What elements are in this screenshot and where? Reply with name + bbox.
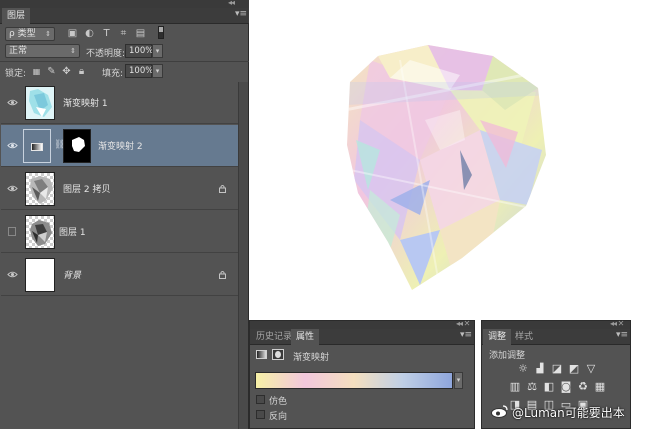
filter-toggle[interactable] [158, 26, 164, 39]
shape-filter-icon[interactable]: ⌗ [118, 28, 129, 39]
panel-collapse-bar[interactable]: ◂◂ [0, 0, 249, 8]
layers-tab-bar: 图层 ▾≡ [0, 8, 249, 24]
layer-list-scrollbar[interactable] [238, 82, 248, 429]
reverse-checkbox[interactable] [256, 410, 265, 419]
dither-label: 仿色 [269, 397, 288, 407]
mask-icon[interactable] [272, 349, 284, 360]
filter-label: ρ 类型 [9, 29, 36, 39]
collapse-icon[interactable]: ◂◂ ✕ [456, 319, 470, 328]
layers-panel: ◂◂ 图层 ▾≡ ρ 类型 ⇕ ▣ ◐ T ⌗ ▤ 正常 ⇕ 不透明度: 100… [0, 0, 249, 429]
lock-icon [219, 185, 226, 193]
black-white-icon[interactable]: ◧ [543, 381, 555, 393]
panel-collapse-bar[interactable]: ◂◂ ✕ [482, 319, 630, 329]
gradient-picker-dropdown[interactable]: ▾ [454, 372, 463, 389]
gradient-editor-bar[interactable] [255, 372, 453, 389]
layer-row-selected[interactable]: ⛓︎ 渐变映射 2 [1, 125, 238, 167]
lock-all-icon[interactable]: 🔒︎ [76, 66, 87, 77]
opacity-dropdown[interactable]: ▾ [152, 44, 163, 58]
curves-icon[interactable]: ◪ [551, 363, 563, 375]
layer-row[interactable]: 渐变映射 1 [1, 82, 238, 124]
channel-mixer-icon[interactable]: ♻︎ [577, 381, 589, 393]
panel-collapse-bar[interactable]: ◂◂ ✕ [250, 319, 474, 329]
lock-icon [219, 271, 226, 279]
adjustment-thumbnail[interactable] [23, 129, 51, 163]
layer-thumbnail[interactable] [25, 86, 55, 120]
dither-checkbox[interactable] [256, 395, 265, 404]
tab-styles[interactable]: 样式 [510, 329, 538, 345]
color-lookup-icon[interactable]: ▦ [594, 381, 606, 393]
photo-filter-icon[interactable]: ◙ [560, 381, 572, 393]
brightness-icon[interactable]: ☼ [517, 363, 529, 375]
color-balance-icon[interactable]: ⚖︎ [526, 381, 538, 393]
weibo-logo-icon [491, 405, 508, 418]
type-filter-icon[interactable]: T [101, 28, 112, 39]
layer-filter-select[interactable]: ρ 类型 ⇕ [5, 27, 55, 41]
gem-artwork [347, 45, 546, 290]
exposure-icon[interactable]: ◩ [568, 363, 580, 375]
visibility-toggle-empty[interactable] [8, 227, 16, 236]
adjustment-filter-icon[interactable]: ◐ [84, 28, 95, 39]
gradient-map-icon [256, 350, 267, 359]
layer-row[interactable]: 图层 2 拷贝 [1, 168, 238, 210]
tab-adjustments[interactable]: 调整 [483, 329, 512, 345]
adjustments-title: 添加调整 [489, 351, 526, 361]
collapse-icon[interactable]: ◂◂ ✕ [610, 319, 624, 328]
panel-menu-icon[interactable]: ▾≡ [460, 330, 472, 340]
divider [0, 61, 249, 62]
watermark-text: @Luman可能要出本 [512, 406, 625, 420]
lock-paint-icon[interactable]: ✎ [46, 66, 57, 77]
layer-name[interactable]: 渐变映射 1 [63, 96, 108, 109]
layer-thumbnail[interactable] [25, 215, 55, 249]
properties-panel: ◂◂ ✕ 历史记录 属性 ▾≡ 渐变映射 ▾ 仿色 反向 [249, 319, 475, 429]
smart-object-filter-icon[interactable]: ▤ [135, 28, 146, 39]
chevron-updown-icon: ⇕ [70, 47, 76, 55]
blend-mode-select[interactable]: 正常 ⇕ [5, 44, 80, 58]
document-canvas[interactable] [250, 0, 658, 320]
tab-properties[interactable]: 属性 [291, 329, 320, 345]
collapse-icon[interactable]: ◂◂ [228, 0, 235, 7]
blend-mode-value: 正常 [9, 46, 28, 56]
reverse-label: 反向 [269, 412, 288, 422]
layer-name[interactable]: 渐变映射 2 [98, 139, 143, 152]
tab-layers[interactable]: 图层 [2, 8, 31, 24]
fill-label: 填充: [102, 69, 124, 79]
layer-name[interactable]: 图层 1 [59, 225, 86, 238]
eye-icon[interactable] [7, 140, 18, 151]
layer-row[interactable]: 图层 1 [1, 211, 238, 253]
vibrance-icon[interactable]: ▽ [585, 363, 597, 375]
opacity-input[interactable]: 100% [125, 44, 153, 58]
lock-label: 锁定: [5, 69, 27, 79]
layer-mask-thumbnail[interactable] [63, 129, 91, 163]
properties-tab-bar: 历史记录 属性 ▾≡ [250, 329, 474, 345]
layer-thumbnail[interactable] [25, 172, 55, 206]
lock-transparent-icon[interactable]: ▦ [31, 66, 42, 77]
eye-icon[interactable] [7, 97, 18, 108]
opacity-label: 不透明度: [86, 49, 126, 59]
fill-input[interactable]: 100% [125, 64, 153, 78]
layer-list: 渐变映射 1 ⛓︎ 渐变映射 2 图层 2 拷贝 图层 1 背景 [1, 82, 238, 429]
adjustments-tab-bar: 调整 样式 ▾≡ [482, 329, 630, 345]
layer-name[interactable]: 图层 2 拷贝 [63, 182, 110, 195]
fill-dropdown[interactable]: ▾ [152, 64, 163, 78]
lock-position-icon[interactable]: ✥ [61, 66, 72, 77]
pixel-filter-icon[interactable]: ▣ [67, 28, 78, 39]
layer-thumbnail[interactable] [25, 258, 55, 292]
panel-menu-icon[interactable]: ▾≡ [616, 330, 628, 340]
panel-menu-icon[interactable]: ▾≡ [235, 9, 247, 19]
layer-row[interactable]: 背景 [1, 254, 238, 296]
eye-icon[interactable] [7, 183, 18, 194]
hue-saturation-icon[interactable]: ▥ [509, 381, 521, 393]
chevron-updown-icon: ⇕ [45, 30, 51, 38]
properties-title: 渐变映射 [293, 353, 330, 363]
levels-icon[interactable]: ▟ [534, 363, 546, 375]
layer-name[interactable]: 背景 [63, 268, 81, 281]
eye-icon[interactable] [7, 269, 18, 280]
